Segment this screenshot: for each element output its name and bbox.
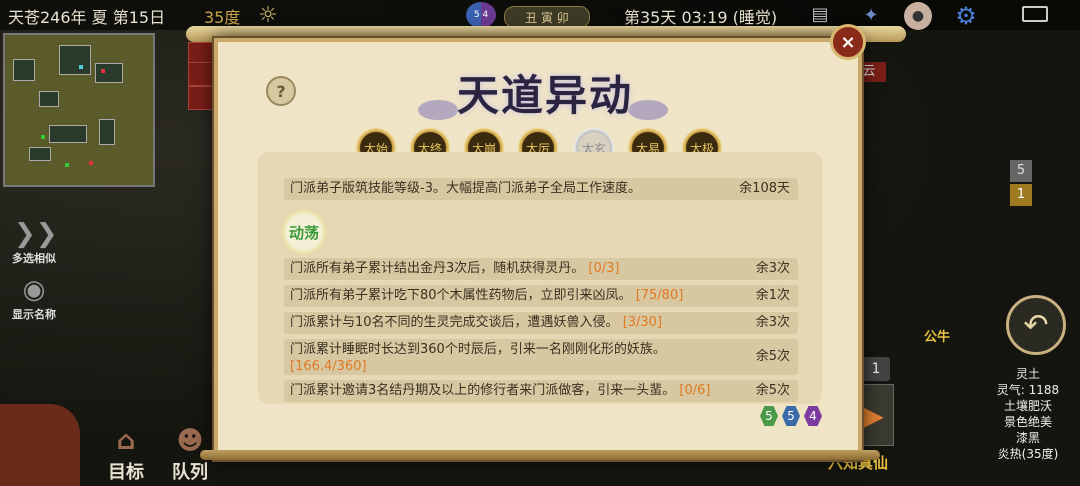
event-row: 门派所有弟子累计结出金丹3次后，随机获得灵丹。 [0/3] 余3次 [284,258,798,280]
multi-select-button[interactable]: ❯❯ 多选相似 [8,218,60,266]
minimap-marker [79,65,83,69]
minimap-building [49,125,87,143]
event-remaining: 余1次 [755,288,790,303]
game-date: 天苍246年 夏 第15日 [8,8,166,27]
play-icon: ▶ [862,398,884,432]
event-desc: 门派累计睡眠时长达到360个时辰后，引来一名刚刚化形的妖族。 [290,342,666,357]
event-desc: 门派累计与10名不同的生灵完成交谈后，遭遇妖兽入侵。 [290,315,619,330]
queue-label: 队列 [172,462,208,483]
show-names-label: 显示名称 [12,308,56,321]
gear-icon[interactable]: ⚙ [952,2,980,30]
show-names-button[interactable]: ◉ 显示名称 [8,274,60,322]
tile-info-line: 灵气: 1188 [996,383,1060,397]
event-row: 门派累计与10名不同的生灵完成交谈后，遭遇妖兽入侵。 [3/30] 余3次 [284,312,798,334]
eye-icon: ◉ [22,275,46,305]
target-label: 目标 [108,462,144,483]
minimap-building [29,147,51,161]
minimap-building [99,119,115,145]
main-event-text: 门派弟子版筑技能等级-3。大幅提高门派弟子全局工作速度。 [290,181,641,196]
flag-top: 5 [1010,160,1032,182]
help-button[interactable]: ? [266,76,296,106]
minimap-marker [89,161,93,165]
event-progress: [3/30] [622,315,663,330]
event-remaining: 余5次 [755,383,790,398]
close-button[interactable]: × [830,24,866,60]
flag-indicator[interactable]: 5 1 [1010,160,1042,210]
event-row: 门派累计邀请3名结丹期及以上的修行者来门派做客，引来一头蜚。 [0/6] 余5次 [284,380,798,402]
event-progress: [166.4/360] [290,359,367,374]
tile-info-line: 景色绝美 [1003,415,1052,429]
event-row: 门派累计睡眠时长达到360个时辰后，引来一名刚刚化形的妖族。 [166.4/36… [284,339,798,375]
panel-scroll-bottom [200,450,880,460]
house-icon: ⌂ [116,426,136,456]
event-text: 门派累计与10名不同的生灵完成交谈后，遭遇妖兽入侵。 [3/30] [290,312,662,334]
event-text: 门派所有弟子累计结出金丹3次后，随机获得灵丹。 [0/3] [290,258,620,280]
save-icon[interactable]: ▤ [806,2,834,26]
main-event-row: 门派弟子版筑技能等级-3。大幅提高门派弟子全局工作速度。 余108天 [284,178,798,200]
yinyang-icon[interactable]: 5 4 [466,2,496,28]
creature-label: 公牛 [924,330,951,345]
minimap-building [39,91,59,107]
tile-info-line: 炎热(35度) [997,447,1059,461]
event-text: 门派累计睡眠时长达到360个时辰后，引来一名刚刚化形的妖族。 [166.4/36… [290,341,730,375]
event-row: 门派所有弟子累计吃下80个木属性药物后，立即引来凶凤。 [75/80] 余1次 [284,285,798,307]
event-remaining: 余3次 [755,261,790,276]
sun-icon[interactable]: ☼ [256,3,280,28]
multi-select-icon: ❯❯ [14,219,58,249]
battery-icon [1022,6,1048,22]
zodiac-indicator[interactable]: 丑 寅 卯 [504,6,590,28]
minimap-marker [101,69,105,73]
target-button[interactable]: ⌂ 目标 [98,424,154,484]
return-button[interactable]: ↶ [1006,295,1066,355]
counter-box[interactable]: 1 [862,357,890,381]
event-progress: [75/80] [635,288,684,303]
return-icon: ↶ [1023,307,1049,343]
turbulence-badge: 动荡 [282,210,326,254]
minimap-marker [65,163,69,167]
gourd-icon[interactable] [0,404,80,486]
event-desc: 门派所有弟子累计吃下80个木属性药物后，立即引来凶凤。 [290,288,632,303]
yinyang-number-1: 5 [473,10,480,20]
panel-title: 天道异动 [456,71,633,120]
yinyang-number-2: 4 [482,10,489,20]
tile-info-line: 灵土 [1015,367,1040,381]
minimap-building [13,59,35,81]
minimap-building [59,45,91,75]
tile-info-line: 土壤肥沃 [1003,399,1052,413]
day-time: 第35天 03:19 (睡觉) [624,8,778,27]
minimap-marker [41,135,45,139]
minimap-building [95,63,123,83]
temperature: 35度 [204,8,241,27]
multi-select-label: 多选相似 [12,252,56,265]
event-remaining: 余3次 [755,315,790,330]
palette-icon[interactable]: ● [904,2,932,30]
event-progress: [0/3] [588,261,620,276]
bird-icon[interactable]: ✦ [856,2,886,28]
event-remaining: 余5次 [755,349,790,364]
tile-info-line: 漆黑 [1015,431,1040,445]
flag-bottom: 1 [1010,184,1032,206]
event-desc: 门派累计邀请3名结丹期及以上的修行者来门派做客，引来一头蜚。 [290,383,676,398]
main-event-remaining: 余108天 [739,181,790,196]
tile-info: 灵土 灵气: 1188 土壤肥沃 景色绝美 漆黑 炎热(35度) [978,366,1078,462]
event-text: 门派累计邀请3名结丹期及以上的修行者来门派做客，引来一头蜚。 [0/6] [290,380,711,402]
event-progress: [0/6] [679,383,711,398]
event-desc: 门派所有弟子累计结出金丹3次后，随机获得灵丹。 [290,261,585,276]
minimap[interactable] [3,33,155,187]
event-text: 门派所有弟子累计吃下80个木属性药物后，立即引来凶凤。 [75/80] [290,285,683,307]
